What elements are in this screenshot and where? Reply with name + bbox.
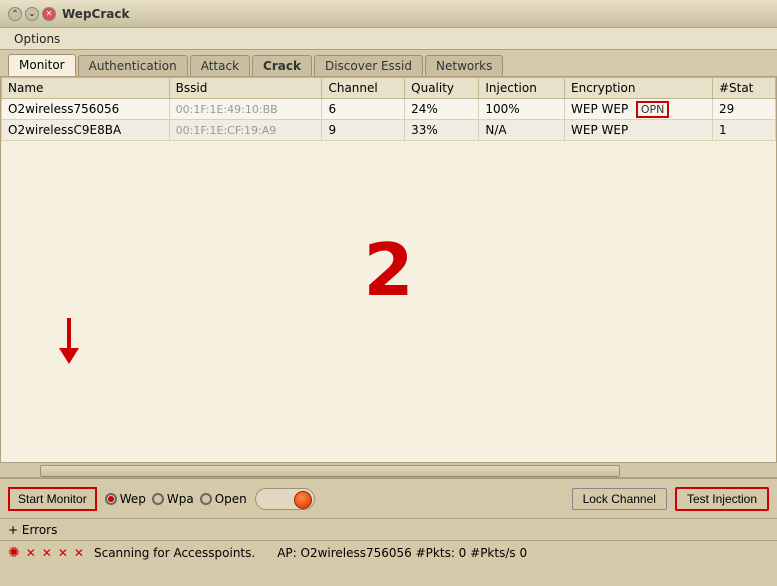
cell-channel-1: 9 (322, 120, 405, 141)
tab-crack[interactable]: Crack (252, 55, 312, 76)
errors-label: + Errors (8, 523, 57, 537)
minimize-button[interactable]: ⌃ (8, 7, 22, 21)
toggle-knob (294, 491, 312, 509)
lock-channel-button[interactable]: Lock Channel (572, 488, 667, 510)
status-bar: ✺ ✕ ✕ ✕ ✕ Scanning for Accesspoints. AP:… (0, 540, 777, 564)
horizontal-scrollbar[interactable] (0, 462, 777, 478)
radio-wpa[interactable]: Wpa (152, 492, 194, 506)
cell-name-1: O2wirelessC9E8BA (2, 120, 170, 141)
radio-wep-label: Wep (120, 492, 146, 506)
radio-wpa-label: Wpa (167, 492, 194, 506)
col-stat: #Stat (712, 78, 775, 99)
toggle-slider[interactable] (255, 488, 315, 510)
titlebar: ⌃ ⌄ ✕ WepCrack (0, 0, 777, 28)
tabbar: Monitor Authentication Attack Crack Disc… (0, 50, 777, 77)
arrow-head (59, 348, 79, 364)
cell-stat-1: 1 (712, 120, 775, 141)
status-x3: ✕ (58, 546, 68, 560)
cell-quality-1: 33% (405, 120, 479, 141)
cell-injection-0: 100% (479, 99, 565, 120)
radio-open-dot (200, 493, 212, 505)
cell-name-0: O2wireless756056 (2, 99, 170, 120)
scan-icon: ✺ (8, 545, 20, 561)
network-table: Name Bssid Channel Quality Injection Enc… (1, 77, 776, 141)
col-quality: Quality (405, 78, 479, 99)
start-monitor-button[interactable]: Start Monitor (8, 487, 97, 511)
network-table-area: Name Bssid Channel Quality Injection Enc… (0, 77, 777, 462)
status-x1: ✕ (26, 546, 36, 560)
test-injection-button[interactable]: Test Injection (675, 487, 769, 511)
table-row[interactable]: O2wireless756056 00:1F:1E:49:10:BB 6 24%… (2, 99, 776, 120)
col-channel: Channel (322, 78, 405, 99)
cell-encryption-1: WEP WEP (565, 120, 713, 141)
big-number: 2 (363, 228, 413, 312)
col-injection: Injection (479, 78, 565, 99)
status-x4: ✕ (74, 546, 84, 560)
scrollbar-track (0, 463, 777, 477)
window-controls: ⌃ ⌄ ✕ (8, 7, 56, 21)
cell-quality-0: 24% (405, 99, 479, 120)
menubar: Options (0, 28, 777, 50)
arrow-indicator (59, 318, 79, 364)
col-name: Name (2, 78, 170, 99)
errors-bar[interactable]: + Errors (0, 518, 777, 540)
radio-open-label: Open (215, 492, 247, 506)
options-menu[interactable]: Options (8, 30, 66, 48)
tab-discover-essid[interactable]: Discover Essid (314, 55, 423, 76)
radio-wpa-dot (152, 493, 164, 505)
col-bssid: Bssid (169, 78, 322, 99)
tab-authentication[interactable]: Authentication (78, 55, 188, 76)
cell-bssid-0: 00:1F:1E:49:10:BB (169, 99, 322, 120)
ap-text: AP: O2wireless756056 #Pkts: 0 #Pkts/s 0 (277, 546, 527, 560)
cell-channel-0: 6 (322, 99, 405, 120)
cell-injection-1: N/A (479, 120, 565, 141)
tab-networks[interactable]: Networks (425, 55, 503, 76)
scan-text: Scanning for Accesspoints. (94, 546, 255, 560)
col-encryption: Encryption (565, 78, 713, 99)
table-row[interactable]: O2wirelessC9E8BA 00:1F:1E:CF:19:A9 9 33%… (2, 120, 776, 141)
radio-wep[interactable]: Wep (105, 492, 146, 506)
bottom-controls: Start Monitor Wep Wpa Open Lock Channel … (0, 478, 777, 518)
cell-encryption-0: WEP WEP OPN (565, 99, 713, 120)
cell-stat-0: 29 (712, 99, 775, 120)
tab-attack[interactable]: Attack (190, 55, 250, 76)
scrollbar-thumb[interactable] (40, 465, 620, 477)
close-button[interactable]: ✕ (42, 7, 56, 21)
filter-radio-group: Wep Wpa Open (105, 492, 247, 506)
status-x2: ✕ (42, 546, 52, 560)
arrow-shaft (67, 318, 71, 348)
radio-open[interactable]: Open (200, 492, 247, 506)
radio-wep-dot (105, 493, 117, 505)
maximize-button[interactable]: ⌄ (25, 7, 39, 21)
window-title: WepCrack (62, 7, 129, 21)
tab-monitor[interactable]: Monitor (8, 54, 76, 76)
opn-badge: OPN (636, 101, 670, 118)
cell-bssid-1: 00:1F:1E:CF:19:A9 (169, 120, 322, 141)
